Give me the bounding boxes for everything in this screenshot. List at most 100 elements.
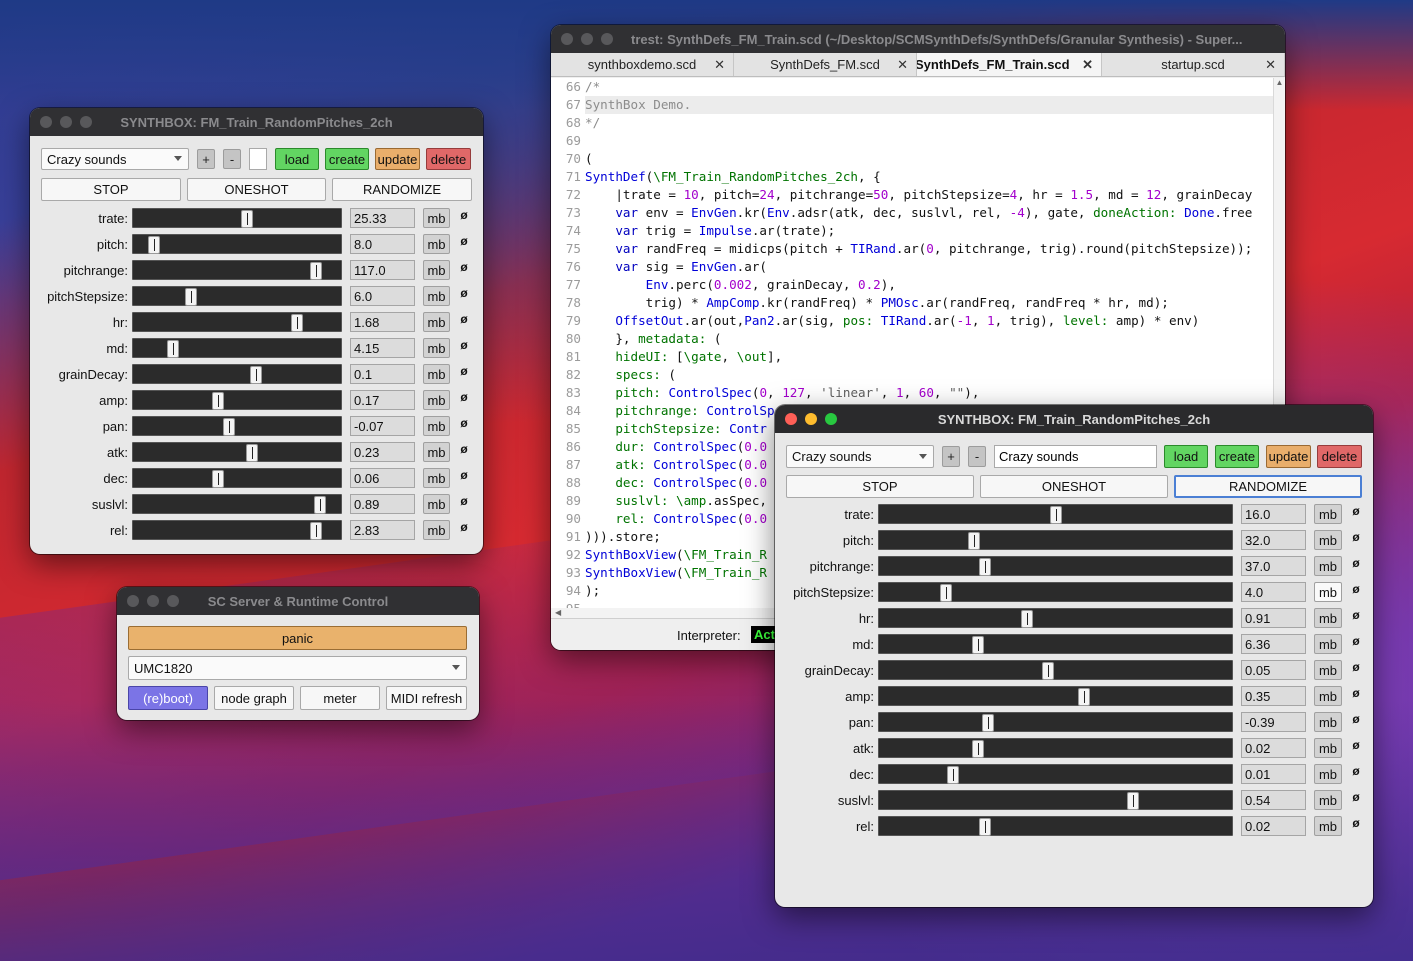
unbind-icon[interactable]: ø [458, 494, 470, 508]
tab-startup[interactable]: startup.scd ✕ [1102, 53, 1285, 76]
unbind-icon[interactable]: ø [1350, 738, 1362, 752]
preset-select[interactable]: Crazy sounds [41, 148, 189, 170]
midi-bind-button[interactable]: mb [1314, 790, 1342, 810]
zoom-icon[interactable] [80, 116, 92, 128]
zoom-icon[interactable] [167, 595, 179, 607]
minimize-icon[interactable] [581, 33, 593, 45]
param-value-field[interactable]: 0.05 [1241, 660, 1306, 680]
param-value-field[interactable]: 0.02 [1241, 816, 1306, 836]
slider-knob[interactable] [291, 314, 304, 332]
midi-bind-button[interactable]: mb [423, 364, 450, 384]
unbind-icon[interactable]: ø [1350, 634, 1362, 648]
midi-refresh-button[interactable]: MIDI refresh [386, 686, 467, 710]
param-slider[interactable] [132, 260, 342, 280]
stop-button[interactable]: STOP [41, 178, 181, 201]
slider-knob[interactable] [147, 236, 160, 254]
unbind-icon[interactable]: ø [1350, 816, 1362, 830]
param-value-field[interactable]: 0.1 [350, 364, 415, 384]
synthbox-right-titlebar[interactable]: SYNTHBOX: FM_Train_RandomPitches_2ch [775, 405, 1373, 433]
unbind-icon[interactable]: ø [458, 416, 470, 430]
slider-knob[interactable] [982, 714, 995, 732]
minimize-icon[interactable] [805, 413, 817, 425]
param-slider[interactable] [132, 312, 342, 332]
midi-bind-button[interactable]: mb [423, 260, 450, 280]
param-value-field[interactable]: 32.0 [1241, 530, 1306, 550]
add-preset-button[interactable]: + [197, 149, 215, 169]
midi-bind-button[interactable]: mb [1314, 764, 1342, 784]
param-slider[interactable] [878, 686, 1233, 706]
slider-knob[interactable] [1042, 662, 1055, 680]
param-value-field[interactable]: -0.07 [350, 416, 415, 436]
param-slider[interactable] [132, 468, 342, 488]
close-icon[interactable] [561, 33, 573, 45]
tab-synthboxdemo[interactable]: synthboxdemo.scd ✕ [551, 53, 734, 76]
midi-bind-button[interactable]: mb [1314, 582, 1342, 602]
midi-bind-button[interactable]: mb [423, 286, 450, 306]
close-icon[interactable] [785, 413, 797, 425]
create-button[interactable]: create [1215, 445, 1259, 468]
close-tab-icon[interactable]: ✕ [714, 57, 725, 73]
tab-synthdefs-fm-train[interactable]: SynthDefs_FM_Train.scd ✕ [917, 53, 1102, 76]
slider-knob[interactable] [1127, 792, 1140, 810]
unbind-icon[interactable]: ø [458, 260, 470, 274]
unbind-icon[interactable]: ø [458, 520, 470, 534]
param-value-field[interactable]: 37.0 [1241, 556, 1306, 576]
delete-button[interactable]: delete [426, 148, 471, 170]
param-value-field[interactable]: 25.33 [350, 208, 415, 228]
param-value-field[interactable]: 117.0 [350, 260, 415, 280]
midi-bind-button[interactable]: mb [1314, 634, 1342, 654]
param-slider[interactable] [878, 738, 1233, 758]
param-value-field[interactable]: 0.54 [1241, 790, 1306, 810]
param-slider[interactable] [878, 634, 1233, 654]
close-tab-icon[interactable]: ✕ [1265, 57, 1276, 73]
create-button[interactable]: create [325, 148, 369, 170]
param-slider[interactable] [132, 208, 342, 228]
midi-bind-button[interactable]: mb [1314, 530, 1342, 550]
param-slider[interactable] [132, 390, 342, 410]
midi-bind-button[interactable]: mb [1314, 738, 1342, 758]
panic-button[interactable]: panic [128, 626, 467, 650]
node-graph-button[interactable]: node graph [214, 686, 294, 710]
update-button[interactable]: update [375, 148, 420, 170]
load-button[interactable]: load [275, 148, 319, 170]
slider-knob[interactable] [314, 496, 327, 514]
slider-knob[interactable] [241, 210, 254, 228]
slider-knob[interactable] [971, 636, 984, 654]
oneshot-button[interactable]: ONESHOT [187, 178, 326, 201]
param-slider[interactable] [878, 504, 1233, 524]
param-slider[interactable] [878, 790, 1233, 810]
preset-name-input[interactable]: Crazy sounds [994, 445, 1157, 468]
slider-knob[interactable] [1077, 688, 1090, 706]
param-value-field[interactable]: 1.68 [350, 312, 415, 332]
tab-synthdefs-fm[interactable]: SynthDefs_FM.scd ✕ [734, 53, 917, 76]
remove-preset-button[interactable]: - [968, 446, 986, 467]
slider-knob[interactable] [166, 340, 179, 358]
minimize-icon[interactable] [60, 116, 72, 128]
unbind-icon[interactable]: ø [458, 338, 470, 352]
slider-knob[interactable] [940, 584, 953, 602]
load-button[interactable]: load [1164, 445, 1208, 468]
slider-knob[interactable] [310, 262, 323, 280]
param-slider[interactable] [878, 712, 1233, 732]
param-slider[interactable] [878, 660, 1233, 680]
synthbox-left-titlebar[interactable]: SYNTHBOX: FM_Train_RandomPitches_2ch [30, 108, 483, 136]
editor-titlebar[interactable]: trest: SynthDefs_FM_Train.scd (~/Desktop… [551, 25, 1285, 53]
param-value-field[interactable]: 0.02 [1241, 738, 1306, 758]
delete-button[interactable]: delete [1317, 445, 1362, 468]
param-value-field[interactable]: 2.83 [350, 520, 415, 540]
slider-knob[interactable] [978, 818, 991, 836]
unbind-icon[interactable]: ø [458, 468, 470, 482]
param-value-field[interactable]: -0.39 [1241, 712, 1306, 732]
close-tab-icon[interactable]: ✕ [1079, 56, 1093, 73]
unbind-icon[interactable]: ø [458, 208, 470, 222]
preset-name-input[interactable] [249, 148, 267, 170]
minimize-icon[interactable] [147, 595, 159, 607]
slider-knob[interactable] [947, 766, 960, 784]
param-value-field[interactable]: 0.06 [350, 468, 415, 488]
oneshot-button[interactable]: ONESHOT [980, 475, 1168, 498]
randomize-button[interactable]: RANDOMIZE [1174, 475, 1362, 498]
unbind-icon[interactable]: ø [1350, 504, 1362, 518]
midi-bind-button[interactable]: mb [423, 442, 450, 462]
param-value-field[interactable]: 0.91 [1241, 608, 1306, 628]
param-slider[interactable] [132, 234, 342, 254]
